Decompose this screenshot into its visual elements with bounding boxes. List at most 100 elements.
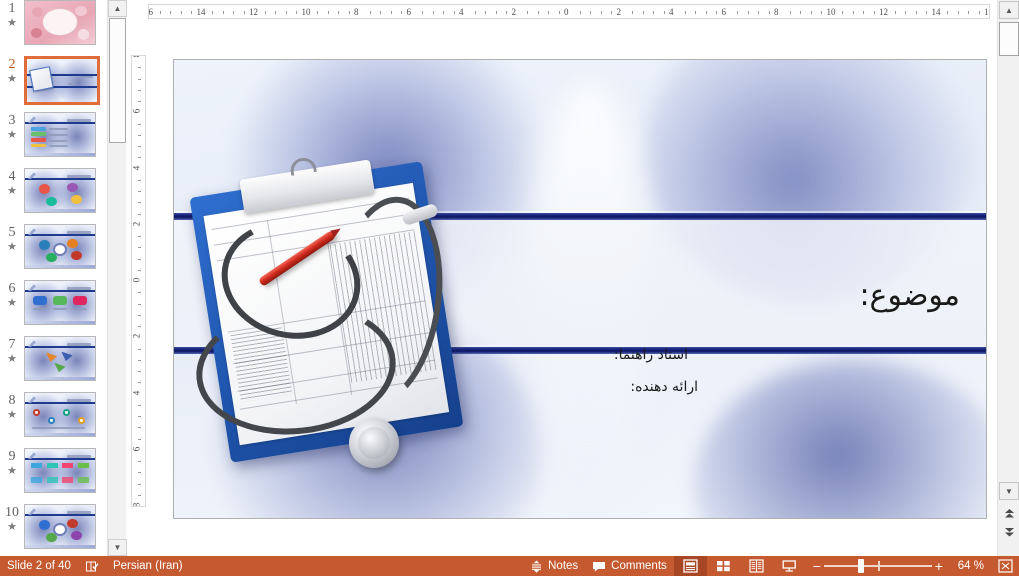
slide-area-scrollbar[interactable]: ▲ ▼ <box>997 0 1019 556</box>
ruler-minor-tick <box>705 11 707 14</box>
stethoscope-chestpiece <box>349 418 399 468</box>
slide-thumbnail-pane[interactable]: 1 ★ 2 ★ 3 ★ 4 ★ 5 ★ 6 ★ 7 ★ 8 ★ 9 ★ 10 ★ <box>0 0 107 556</box>
vertical-ruler: 8 6 4 2 0 2 4 6 8 <box>131 55 146 507</box>
thumbnail-preview[interactable] <box>24 168 96 213</box>
thumbnail-preview[interactable] <box>24 224 96 269</box>
ruler-minor-tick <box>453 11 455 14</box>
ruler-minor-tick <box>264 11 266 14</box>
reading-view-button[interactable] <box>740 556 773 576</box>
ruler-minor-tick <box>159 11 161 14</box>
thumbnail-preview[interactable] <box>24 336 96 381</box>
slide-thumbnail-3[interactable]: 3 ★ <box>0 112 107 168</box>
ruler-tick-label: 8 <box>354 7 359 17</box>
thumbnail-preview[interactable] <box>24 448 96 493</box>
star-icon: ★ <box>7 465 17 477</box>
slide-editing-area[interactable]: موضوع: استاد راهنما: ارائه دهنده: <box>148 22 990 556</box>
notes-button[interactable]: Notes <box>523 556 585 576</box>
next-slide-button[interactable] <box>999 524 1019 541</box>
ruler-minor-tick <box>138 78 141 80</box>
thumbnail-scrollbar[interactable]: ▲ ▼ <box>107 0 127 556</box>
ruler-minor-tick <box>138 179 141 181</box>
scroll-up-button[interactable]: ▲ <box>999 1 1019 19</box>
ruler-minor-tick <box>684 11 686 14</box>
ruler-minor-tick <box>432 11 434 14</box>
zoom-in-button[interactable]: + <box>932 558 946 574</box>
zoom-slider[interactable]: − + <box>806 556 950 576</box>
ruler-minor-tick <box>138 236 141 237</box>
ruler-minor-tick <box>138 427 141 429</box>
ruler-minor-tick <box>138 303 141 305</box>
ruler-minor-tick <box>758 11 759 14</box>
ruler-minor-tick <box>348 11 350 14</box>
thumbnail-preview[interactable] <box>24 0 96 45</box>
slide-presenter-text[interactable]: ارائه دهنده: <box>630 379 698 395</box>
slide-thumbnail-10[interactable]: 10 ★ <box>0 504 107 556</box>
zoom-out-button[interactable]: − <box>810 558 824 574</box>
comments-label: Comments <box>611 560 667 572</box>
zoom-percentage[interactable]: 64 % <box>950 560 992 572</box>
slide-thumbnail-6[interactable]: 6 ★ <box>0 280 107 336</box>
ruler-minor-tick <box>789 11 791 14</box>
thumbnail-shape <box>77 477 89 483</box>
ruler-tick-label: 4 <box>459 7 464 17</box>
slide-thumbnail-1[interactable]: 1 ★ <box>0 0 107 56</box>
thumbnail-footer <box>25 545 95 548</box>
slide-counter[interactable]: Slide 2 of 40 <box>0 556 78 576</box>
spellcheck-button[interactable] <box>78 556 106 576</box>
ruler-minor-tick <box>338 11 339 14</box>
thumbnail-shape <box>75 6 87 17</box>
slide-photo-clipboard-stethoscope[interactable] <box>181 155 486 486</box>
slide-thumbnail-7[interactable]: 7 ★ <box>0 336 107 392</box>
star-icon: ★ <box>7 521 17 533</box>
thumbnail-meta: 8 ★ <box>0 392 24 421</box>
ruler-minor-tick <box>548 11 549 14</box>
notes-icon <box>532 560 542 573</box>
zoom-slider-track[interactable] <box>823 556 932 576</box>
ruler-minor-tick <box>138 157 141 159</box>
thumbnail-scrollbar-thumb[interactable] <box>109 18 126 143</box>
language-indicator[interactable]: Persian (Iran) <box>106 556 190 576</box>
previous-slide-button[interactable] <box>999 505 1019 522</box>
thumbnail-scroll-up-button[interactable]: ▲ <box>108 0 127 17</box>
ruler-minor-tick <box>191 11 192 14</box>
thumbnail-shape <box>77 462 89 468</box>
ruler-tick-label: 0 <box>564 7 569 17</box>
slide-show-view-button[interactable] <box>773 556 806 576</box>
slide-thumbnail-2[interactable]: 2 ★ <box>0 56 107 112</box>
ruler-minor-tick <box>947 11 948 14</box>
star-icon: ★ <box>7 297 17 309</box>
thumbnail-shape <box>71 250 82 261</box>
slide-thumbnail-4[interactable]: 4 ★ <box>0 168 107 224</box>
double-chevron-down-icon <box>1004 528 1014 537</box>
thumbnail-scroll-down-button[interactable]: ▼ <box>108 539 127 556</box>
thumbnail-preview[interactable] <box>24 504 96 549</box>
normal-view-button[interactable] <box>673 556 707 576</box>
fit-slide-icon <box>998 559 1013 573</box>
thumbnail-preview[interactable] <box>24 392 96 437</box>
ruler-minor-tick <box>800 11 801 14</box>
slide-thumbnail-9[interactable]: 9 ★ <box>0 448 107 504</box>
fit-slide-to-window-button[interactable] <box>992 559 1019 573</box>
star-icon: ★ <box>7 17 17 29</box>
slide-canvas[interactable]: موضوع: استاد راهنما: ارائه دهنده: <box>173 59 987 519</box>
thumbnail-shape <box>30 137 46 142</box>
thumbnail-preview[interactable] <box>24 56 100 105</box>
scroll-down-button[interactable]: ▼ <box>999 482 1019 500</box>
ruler-tick-label: 2 <box>616 7 622 17</box>
slide-title-text[interactable]: موضوع: <box>859 278 960 313</box>
status-bar: Slide 2 of 40 Persian (Iran) Notes Comme… <box>0 556 1019 576</box>
thumbnail-text <box>48 134 69 137</box>
slide-sorter-view-button[interactable] <box>707 556 740 576</box>
thumbnail-meta: 9 ★ <box>0 448 24 477</box>
ruler-tick-label: 6 <box>721 7 727 17</box>
slide-supervisor-text[interactable]: استاد راهنما: <box>614 347 688 363</box>
thumbnail-preview[interactable] <box>24 280 96 325</box>
scrollbar-thumb[interactable] <box>999 22 1019 56</box>
slide-thumbnail-8[interactable]: 8 ★ <box>0 392 107 448</box>
thumbnail-text <box>33 307 48 310</box>
zoom-slider-handle[interactable] <box>857 559 864 573</box>
comments-button[interactable]: Comments <box>585 556 674 576</box>
slide-thumbnail-5[interactable]: 5 ★ <box>0 224 107 280</box>
ruler-minor-tick <box>422 11 423 14</box>
thumbnail-preview[interactable] <box>24 112 96 157</box>
